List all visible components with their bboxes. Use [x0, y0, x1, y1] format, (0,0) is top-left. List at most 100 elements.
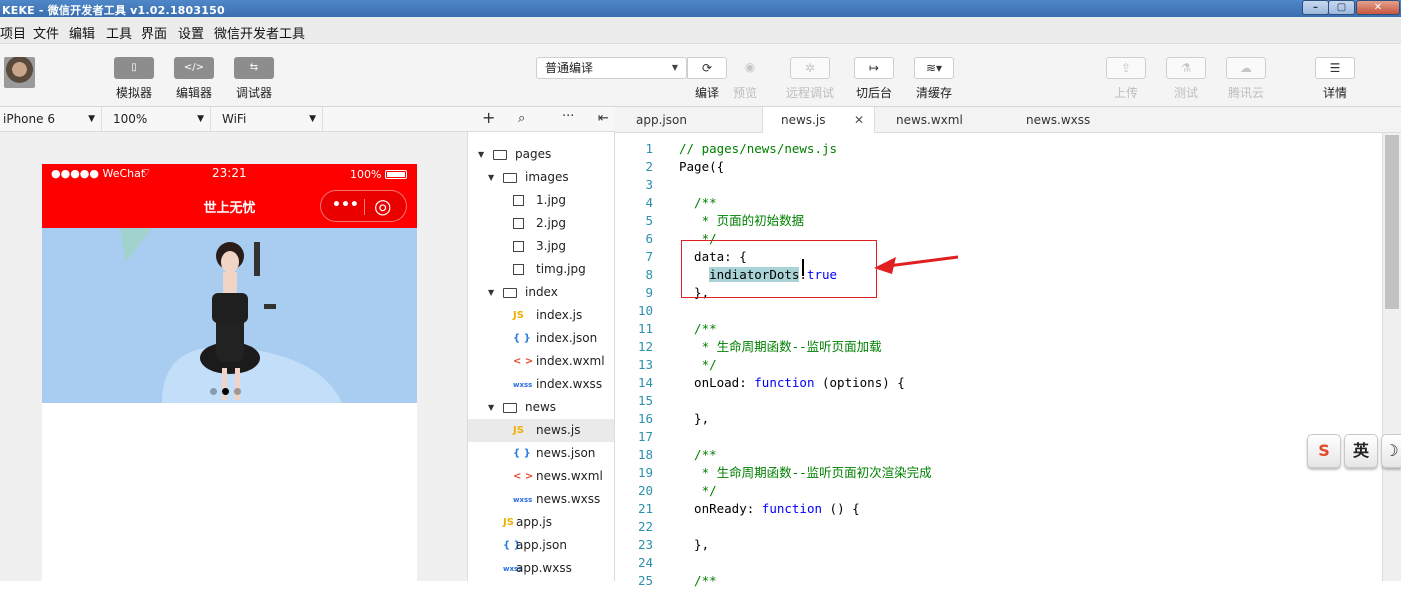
tree-item-label: index.json [536, 331, 598, 345]
file-tree-toolbar: + ⌕ ··· ⇤ [468, 107, 615, 132]
menu-project[interactable]: 项目 [0, 23, 26, 42]
code-text: onLoad: function (options) { [679, 374, 905, 392]
editor-toggle-button[interactable]: </> [174, 57, 214, 79]
tree-file[interactable]: JS news.js [468, 419, 614, 442]
js-file-icon: JS [513, 310, 524, 321]
maximize-button[interactable]: ▢ [1328, 0, 1355, 15]
more-icon[interactable]: ••• [332, 197, 359, 213]
line-number: 2 [645, 159, 653, 174]
scrollbar-thumb[interactable] [1385, 135, 1399, 309]
chevron-down-icon[interactable]: ▼ [488, 166, 494, 189]
test-label: 测试 [1174, 86, 1199, 100]
tab-news-js[interactable]: news.js ✕ [762, 107, 875, 133]
code-token: () { [822, 501, 860, 516]
ime-moon-icon[interactable]: ☽ [1381, 434, 1401, 468]
search-icon[interactable]: ⌕ [518, 111, 525, 126]
tab-news-wxml[interactable]: news.wxml [876, 107, 1006, 133]
remote-debug-button[interactable]: ✲ [790, 57, 830, 79]
json-file-icon: { } [513, 448, 531, 459]
tree-file[interactable]: wxss index.wxss [468, 373, 614, 396]
menu-wechat-devtools[interactable]: 微信开发者工具 [214, 23, 305, 42]
network-select[interactable]: WiFi ▼ [212, 107, 323, 132]
tencent-cloud-button[interactable]: ☁ [1226, 57, 1266, 79]
line-number: 5 [645, 213, 653, 228]
add-file-icon[interactable]: + [482, 108, 495, 127]
device-select[interactable]: iPhone 6 ▼ [0, 107, 102, 132]
menu-view[interactable]: 界面 [141, 23, 167, 42]
avatar[interactable] [4, 57, 35, 88]
tree-file[interactable]: JS index.js [468, 304, 614, 327]
compile-button[interactable]: ⟳ [687, 57, 727, 79]
tree-file[interactable]: < > news.wxml [468, 465, 614, 488]
tree-file[interactable]: timg.jpg [468, 258, 614, 281]
code-area[interactable]: 1// pages/news/news.js 2 Page({3 4 /** 5 * 页… [615, 133, 1382, 588]
background-button[interactable]: ↦ [854, 57, 894, 79]
tree-file[interactable]: { } index.json [468, 327, 614, 350]
menu-edit[interactable]: 编辑 [69, 23, 95, 42]
tree-file[interactable]: wxss app.wxss [468, 557, 614, 580]
menu-file[interactable]: 文件 [33, 23, 59, 42]
tencent-cloud-label: 腾讯云 [1228, 86, 1265, 100]
code-line: 25 /** [615, 572, 1382, 590]
swiper-dot-active[interactable] [222, 388, 229, 395]
code-token: * 页面的初始数据 [679, 213, 805, 228]
chevron-down-icon[interactable]: ▼ [478, 143, 484, 166]
tree-file[interactable]: 2.jpg [468, 212, 614, 235]
chevron-down-icon: ▼ [88, 114, 95, 124]
tree-folder[interactable]: ▼ pages [468, 143, 614, 166]
code-token: /** [679, 195, 717, 210]
tree-file[interactable]: 1.jpg [468, 189, 614, 212]
code-line: 10 [615, 302, 1382, 320]
menu-tools[interactable]: 工具 [106, 23, 132, 42]
close-tab-icon[interactable]: ✕ [854, 107, 864, 133]
tree-item-label: 3.jpg [536, 239, 567, 253]
collapse-panel-icon[interactable]: ⇤ [598, 111, 609, 126]
chevron-down-icon[interactable]: ▼ [488, 396, 494, 419]
tree-folder[interactable]: ▼ images [468, 166, 614, 189]
test-button[interactable]: ⚗ [1166, 57, 1206, 79]
swiper-dot[interactable] [234, 388, 241, 395]
upload-button[interactable]: ⇪ [1106, 57, 1146, 79]
clear-cache-button[interactable]: ≋▾ [914, 57, 954, 79]
close-window-button[interactable]: ✕ [1356, 0, 1400, 15]
tree-file[interactable]: { } news.json [468, 442, 614, 465]
tree-file[interactable]: 3.jpg [468, 235, 614, 258]
debugger-toggle-button[interactable]: ⇆ [234, 57, 274, 79]
swiper-dot[interactable] [210, 388, 217, 395]
code-line: 21 onReady: function () { [615, 500, 1382, 518]
details-button[interactable]: ☰ [1315, 57, 1355, 79]
tab-news-wxss[interactable]: news.wxss [1007, 107, 1137, 133]
chevron-down-icon[interactable]: ▼ [488, 281, 494, 304]
editor-scrollbar[interactable] [1382, 133, 1401, 581]
code-line: 16 }, [615, 410, 1382, 428]
ime-sogou-icon[interactable]: S [1307, 434, 1341, 468]
tree-file[interactable]: { } app.json [468, 534, 614, 557]
chevron-down-icon: ▼ [197, 114, 204, 124]
code-text: * 页面的初始数据 [679, 212, 805, 230]
tree-file[interactable]: < > index.wxml [468, 350, 614, 373]
tree-folder[interactable]: ▼ news [468, 396, 614, 419]
code-token: // pages/news/news.js [679, 141, 838, 156]
tree-folder[interactable]: ▼ index [468, 281, 614, 304]
wxml-file-icon: < > [513, 356, 534, 367]
line-number: 14 [637, 375, 653, 390]
line-number: 7 [645, 249, 653, 264]
more-icon[interactable]: ··· [562, 109, 574, 124]
preview-button[interactable]: ◉ [731, 57, 769, 79]
annotation-arrow-icon [874, 255, 959, 274]
code-line: 4 /** [615, 194, 1382, 212]
simulator-toggle-button[interactable]: ▯ [114, 57, 154, 79]
close-miniprogram-icon[interactable]: ◎ [374, 194, 391, 218]
tree-item-label: 1.jpg [536, 193, 567, 207]
menu-settings[interactable]: 设置 [178, 23, 204, 42]
minimize-button[interactable]: – [1302, 0, 1329, 15]
compile-mode-select[interactable]: 普通编译 ▼ [536, 57, 687, 79]
tab-app-json[interactable]: app.json [615, 107, 761, 133]
ime-language-toggle[interactable]: 英 [1344, 434, 1378, 468]
code-text: */ [679, 482, 717, 500]
tree-file[interactable]: wxss news.wxss [468, 488, 614, 511]
line-number: 20 [637, 483, 653, 498]
swiper-banner[interactable] [42, 228, 417, 403]
zoom-select[interactable]: 100% ▼ [103, 107, 211, 132]
tree-file[interactable]: JS app.js [468, 511, 614, 534]
